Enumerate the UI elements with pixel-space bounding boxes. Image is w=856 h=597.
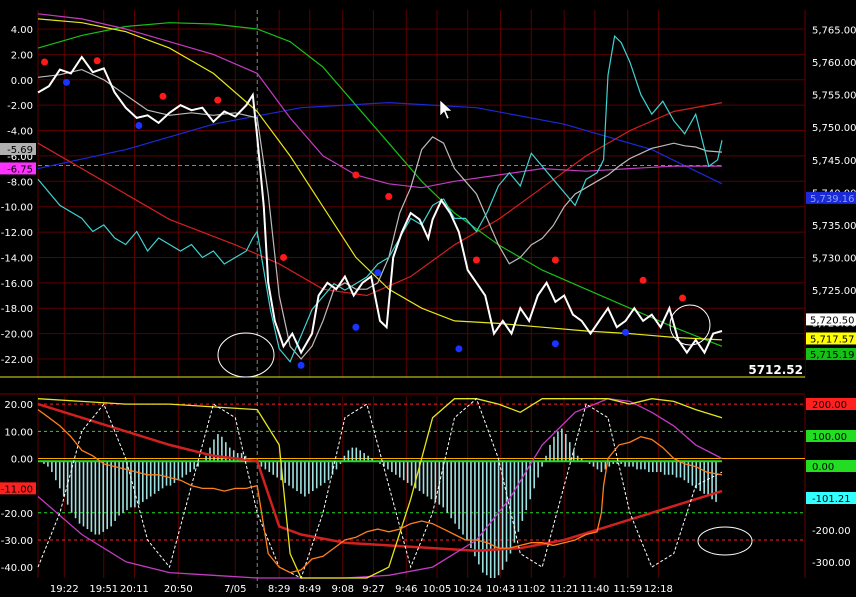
blue-dot xyxy=(551,340,559,348)
chart-background xyxy=(0,0,856,597)
right-marker-label: 5,720.50 xyxy=(810,315,855,326)
lower-right-tick: -200.00 xyxy=(812,526,851,537)
x-tick-label: 8:29 xyxy=(268,584,290,595)
lower-left-tick: 0.00 xyxy=(11,454,33,465)
red-dot xyxy=(679,294,687,302)
chart: 4.002.000.00-2.00-4.00-6.00-8.00-10.00-1… xyxy=(0,0,856,597)
left-axis-tick: -20.00 xyxy=(1,330,33,341)
x-tick-label: 10:24 xyxy=(453,584,482,595)
lower-right-marker-label: 200.00 xyxy=(812,400,847,411)
right-marker-label: 5,739.16 xyxy=(810,194,855,205)
blue-dot xyxy=(622,328,630,336)
red-dot xyxy=(93,57,101,65)
right-axis-tick: 5,730.00 xyxy=(812,254,856,265)
lower-left-tick: 20.00 xyxy=(4,400,33,411)
x-tick-label: 11:02 xyxy=(517,584,546,595)
x-tick-label: 7/05 xyxy=(224,584,246,595)
x-tick-label: 9:08 xyxy=(331,584,353,595)
price-label: 5712.52 xyxy=(748,363,803,377)
lower-right-marker-label: 0.00 xyxy=(812,462,834,473)
right-axis-tick: 5,725.00 xyxy=(812,286,856,297)
left-axis-tick: -18.00 xyxy=(1,304,33,315)
right-marker-label: 5,715.19 xyxy=(810,350,855,361)
right-marker-label: 5,717.57 xyxy=(810,334,855,345)
x-tick-label: 11:59 xyxy=(613,584,642,595)
red-dot xyxy=(280,253,288,261)
lower-left-tick: -20.00 xyxy=(1,509,33,520)
left-axis-tick: 0.00 xyxy=(11,76,33,87)
left-axis-tick: -16.00 xyxy=(1,279,33,290)
red-dot xyxy=(214,96,222,104)
right-axis-tick: 5,755.00 xyxy=(812,91,856,102)
blue-dot xyxy=(63,78,70,86)
blue-dot xyxy=(297,361,305,369)
x-tick-label: 12:18 xyxy=(644,584,673,595)
lower-right-tick: -300.00 xyxy=(812,558,851,569)
left-axis-tick: -14.00 xyxy=(1,253,33,264)
red-dot xyxy=(352,171,360,179)
x-tick-label: 20:50 xyxy=(164,584,193,595)
right-axis-tick: 5,745.00 xyxy=(812,156,856,167)
x-tick-label: 10:43 xyxy=(486,584,515,595)
x-tick-label: 11:21 xyxy=(550,584,579,595)
left-axis-tick: -12.00 xyxy=(1,228,33,239)
red-dot xyxy=(159,92,167,100)
lower-left-marker-label: -11.00 xyxy=(1,484,33,495)
blue-dot xyxy=(352,323,360,331)
left-axis-tick: -4.00 xyxy=(7,127,33,138)
lower-right-marker-label: -101.21 xyxy=(812,494,851,505)
lower-left-tick: 10.00 xyxy=(4,427,33,438)
right-axis-tick: 5,760.00 xyxy=(812,58,856,69)
x-tick-label: 8:49 xyxy=(299,584,321,595)
red-dot xyxy=(41,58,49,66)
left-marker-label: -6.75 xyxy=(7,164,33,175)
red-dot xyxy=(551,256,559,264)
left-axis-tick: 2.00 xyxy=(11,50,33,61)
right-axis-tick: 5,765.00 xyxy=(812,26,856,37)
x-tick-label: 9:27 xyxy=(362,584,384,595)
red-dot xyxy=(385,193,393,201)
left-axis-tick: -8.00 xyxy=(7,177,33,188)
left-marker-label: -5.69 xyxy=(7,145,33,156)
red-dot xyxy=(639,276,647,284)
blue-dot xyxy=(374,269,382,277)
lower-right-marker-label: 100.00 xyxy=(812,432,847,443)
blue-dot xyxy=(135,121,143,129)
red-dot xyxy=(472,256,480,264)
x-tick-label: 9:46 xyxy=(395,584,417,595)
left-axis-tick: -22.00 xyxy=(1,355,33,366)
x-tick-label: 19:22 xyxy=(50,584,79,595)
x-tick-label: 11:40 xyxy=(580,584,609,595)
x-tick-label: 20:11 xyxy=(120,584,149,595)
left-axis-tick: -10.00 xyxy=(1,203,33,214)
x-tick-label: 10:05 xyxy=(423,584,452,595)
left-axis-tick: -2.00 xyxy=(7,101,33,112)
left-axis-tick: 4.00 xyxy=(11,25,33,36)
blue-dot xyxy=(455,345,463,353)
x-tick-label: 19:51 xyxy=(89,584,118,595)
lower-left-tick: -30.00 xyxy=(1,536,33,547)
right-axis-tick: 5,750.00 xyxy=(812,123,856,134)
right-axis-tick: 5,735.00 xyxy=(812,221,856,232)
lower-left-tick: -40.00 xyxy=(1,563,33,574)
